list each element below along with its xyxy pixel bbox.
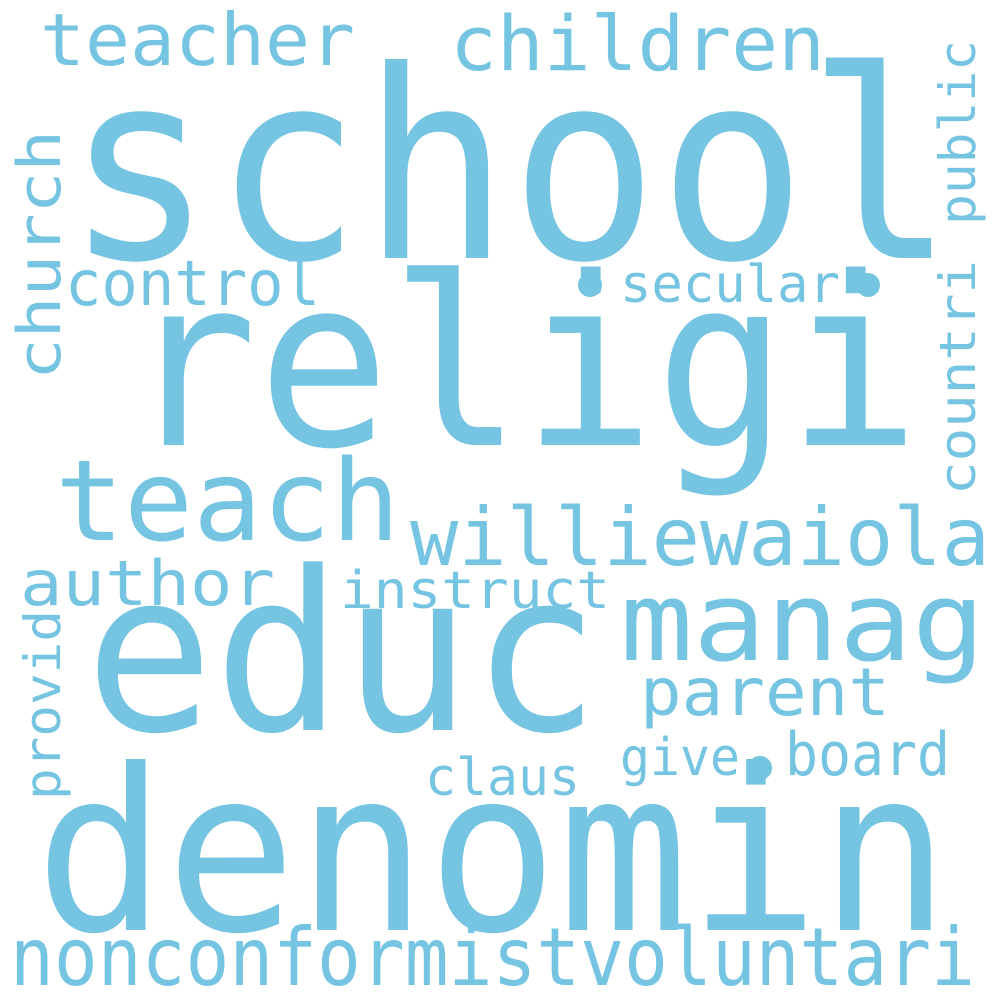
word-teacher: teacher: [40, 0, 355, 82]
word-control: control: [65, 247, 320, 320]
word-give: give: [620, 728, 740, 788]
word-provid: provid: [14, 610, 72, 800]
word-children: children: [450, 0, 825, 88]
dot-token: [856, 273, 880, 297]
word-nonconformistvoluntari: nonconformistvoluntari: [10, 911, 975, 1000]
word-claus: claus: [425, 748, 580, 808]
word-countri: countri: [929, 260, 987, 495]
word-secular: secular: [620, 255, 840, 315]
word-instruct: instruct: [340, 561, 610, 621]
word-author: author: [20, 547, 275, 620]
word-public: public: [929, 40, 987, 225]
word-board: board: [785, 720, 950, 790]
dot-token: [578, 273, 602, 297]
dot-token: [748, 756, 772, 780]
word-cloud: schoolreligieducdenominteachmanagwilliew…: [0, 0, 1000, 1000]
